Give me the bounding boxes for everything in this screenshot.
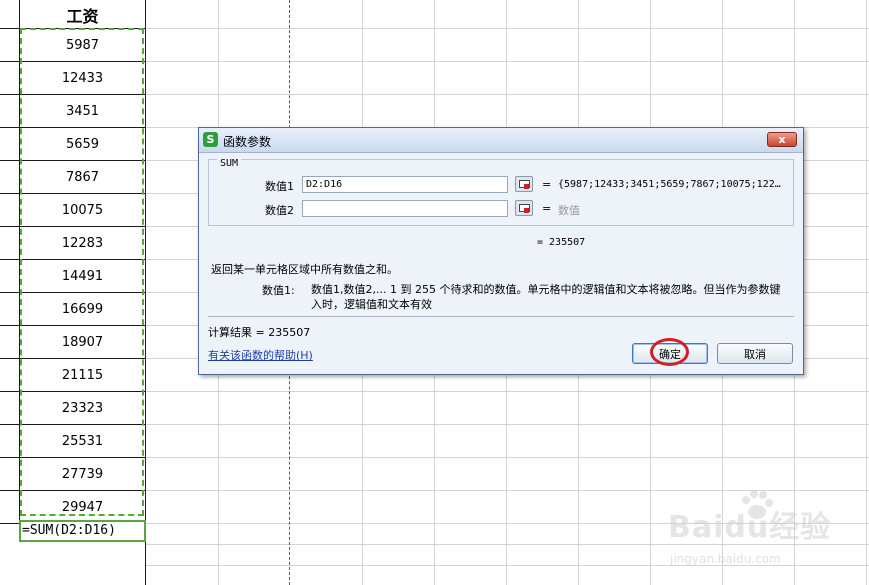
grid-line — [146, 61, 869, 62]
grid-line — [146, 391, 869, 392]
column-header-cell[interactable]: 工资 — [0, 0, 146, 29]
arguments-group: SUM 数值1 D2:D16 = {5987;12433;3451;5659;7… — [208, 158, 794, 226]
watermark: Baidu经验 jingyan.baidu.com — [668, 490, 858, 580]
formula-cell[interactable]: =SUM(D2:D16) — [19, 520, 146, 542]
arg-description-label: 数值1: — [262, 284, 295, 297]
spreadsheet-app-icon: S — [203, 132, 218, 147]
cancel-button[interactable]: 取消 — [717, 343, 793, 364]
empty-cell[interactable] — [0, 542, 146, 585]
equals-sign: = — [542, 178, 552, 191]
selected-range-marquee — [20, 28, 144, 516]
function-arguments-dialog: S 函数参数 x SUM 数值1 D2:D16 = {5987;12433;34… — [198, 127, 804, 375]
function-description: 返回某一单元格区域中所有数值之和。 — [211, 263, 398, 276]
arg2-label: 数值2 — [265, 204, 294, 217]
arg-description: 数值1,数值2,... 1 到 255 个待求和的数值。单元格中的逻辑值和文本将… — [311, 283, 781, 311]
arg2-placeholder: 数值 — [558, 204, 580, 217]
range-select-button[interactable] — [515, 176, 533, 192]
grid-line — [146, 28, 869, 29]
dialog-title: 函数参数 — [223, 135, 272, 149]
close-button[interactable]: x — [767, 132, 797, 147]
equals-sign: = — [542, 202, 552, 215]
highlight-circle-annotation — [650, 338, 689, 366]
function-result: = 235507 — [537, 237, 586, 248]
grid-line — [146, 457, 869, 458]
close-icon: x — [778, 133, 786, 146]
arg1-input[interactable]: D2:D16 — [302, 176, 508, 193]
column-header-label: 工资 — [66, 6, 99, 26]
arg2-input[interactable] — [302, 200, 508, 217]
dialog-titlebar[interactable]: S 函数参数 x — [199, 128, 803, 153]
grid-line — [146, 424, 869, 425]
arg1-result: {5987;12433;3451;5659;7867;10075;122… — [558, 179, 781, 190]
function-name-label: SUM — [217, 158, 242, 169]
help-link[interactable]: 有关该函数的帮助(H) — [208, 347, 313, 363]
grid-line — [146, 94, 869, 95]
watermark-logo: Baidu经验 — [668, 510, 832, 545]
calculation-result: 计算结果 = 235507 — [208, 326, 311, 339]
divider — [208, 316, 794, 317]
arg1-label: 数值1 — [265, 180, 294, 193]
range-select-button[interactable] — [515, 200, 533, 216]
watermark-url: jingyan.baidu.com — [670, 552, 781, 566]
